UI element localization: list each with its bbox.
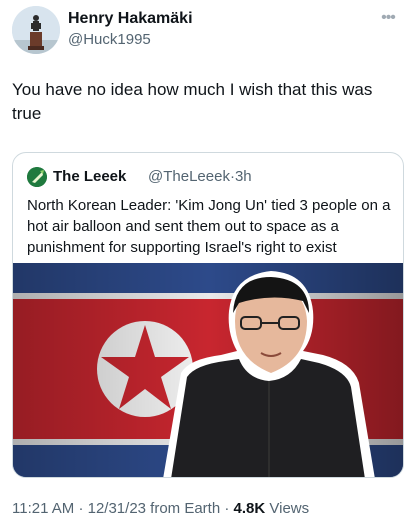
tweet-date[interactable]: 12/31/23 from Earth [88,500,221,517]
tweet-text: You have no idea how much I wish that th… [12,80,373,123]
quoted-handle[interactable]: @TheLeeek [148,168,230,185]
views-label: Views [269,500,310,517]
north-korea-flag-portrait-image [13,263,403,477]
author-avatar[interactable] [12,6,60,54]
views-count: 4.8K [233,500,266,517]
statue-avatar-icon [12,6,60,54]
tweet-card: Henry Hakamäki @Huck1995 ••• You have no… [0,0,410,517]
quoted-display-name[interactable]: The Leeek [53,168,126,185]
author-handle[interactable]: @Huck1995 [68,31,151,48]
footer-separator-2: · [224,500,230,517]
quoted-text: North Korean Leader: 'Kim Jong Un' tied … [27,197,391,256]
leek-logo-icon [27,167,47,187]
quoted-time[interactable]: 3h [235,168,252,185]
quoted-author-avatar[interactable] [27,167,47,187]
footer-separator-1: · [78,500,84,517]
quoted-media-image[interactable] [13,263,403,477]
more-options-icon[interactable]: ••• [376,8,400,28]
quoted-tweet[interactable]: The Leeek @TheLeeek·3h North Korean Lead… [12,152,404,478]
author-display-name[interactable]: Henry Hakamäki [68,10,193,28]
quoted-meta: @TheLeeek·3h [148,168,252,185]
tweet-time[interactable]: 11:21 AM [12,500,74,517]
tweet-footer-meta: 11:21 AM · 12/31/23 from Earth · 4.8K Vi… [12,500,309,517]
